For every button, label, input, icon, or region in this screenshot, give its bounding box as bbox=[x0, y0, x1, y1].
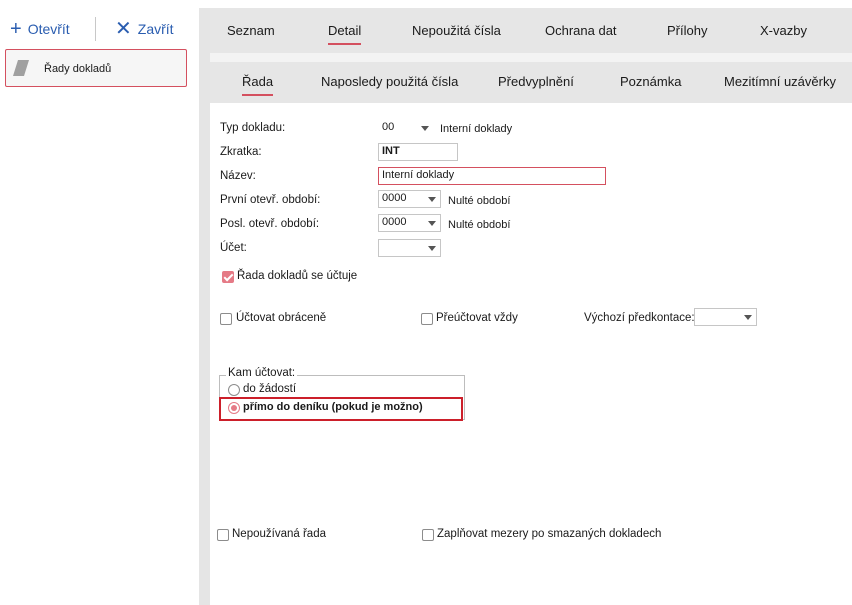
account-label: Účet: bbox=[220, 242, 247, 254]
chevron-down-icon bbox=[421, 126, 429, 131]
reverse-checkbox[interactable] bbox=[220, 313, 232, 325]
fill-gaps-checkbox[interactable] bbox=[422, 529, 434, 541]
chevron-down-icon bbox=[428, 246, 436, 251]
first-period-select[interactable]: 0000 bbox=[378, 190, 441, 208]
tab-gap bbox=[210, 53, 852, 62]
reverse-label: Účtovat obráceně bbox=[236, 312, 327, 324]
close-label: Zavřít bbox=[137, 21, 174, 37]
first-period-desc: Nulté období bbox=[448, 195, 511, 207]
default-prekont-label: Výchozí předkontace: bbox=[584, 312, 695, 324]
tab-detail[interactable]: Detail bbox=[328, 23, 362, 45]
last-period-label: Posl. otevř. období: bbox=[220, 218, 320, 230]
radio-to-requests-label: do žádostí bbox=[243, 383, 297, 395]
abbr-label: Zkratka: bbox=[220, 146, 262, 158]
tab-x-links[interactable]: X-vazby bbox=[760, 23, 807, 38]
abbr-field[interactable]: INT bbox=[378, 143, 458, 161]
where-group-title: Kam účtovat: bbox=[226, 367, 298, 379]
chevron-down-icon bbox=[428, 221, 436, 226]
name-label: Název: bbox=[220, 170, 256, 182]
first-period-value: 0000 bbox=[382, 192, 407, 204]
subtab-series[interactable]: Řada bbox=[242, 74, 274, 96]
series-accounted-label: Řada dokladů se účtuje bbox=[237, 270, 358, 282]
subtab-interim-closing[interactable]: Mezitímní uzávěrky bbox=[724, 74, 836, 89]
tree-item-document-series[interactable]: Řady dokladů bbox=[5, 49, 187, 87]
series-accounted-checkbox[interactable] bbox=[222, 271, 234, 283]
open-button[interactable]: + Otevřít bbox=[10, 18, 70, 40]
plus-icon: + bbox=[10, 18, 22, 40]
tab-unused-numbers[interactable]: Nepoužitá čísla bbox=[412, 23, 501, 38]
document-series-icon bbox=[13, 60, 29, 76]
name-field[interactable]: Interní doklady bbox=[378, 167, 606, 185]
account-select[interactable] bbox=[378, 239, 441, 257]
tab-attachments[interactable]: Přílohy bbox=[667, 23, 707, 38]
chevron-down-icon bbox=[428, 197, 436, 202]
default-prekont-select[interactable] bbox=[694, 308, 757, 326]
fill-gaps-label: Zaplňovat mezery po smazaných dokladech bbox=[437, 528, 662, 540]
first-period-label: První otevř. období: bbox=[220, 194, 321, 206]
doc-type-desc: Interní doklady bbox=[440, 123, 513, 135]
doc-type-value: 00 bbox=[382, 121, 395, 133]
highlight-frame bbox=[219, 397, 463, 421]
subtab-note[interactable]: Poznámka bbox=[620, 74, 681, 89]
tab-seznam[interactable]: Seznam bbox=[227, 23, 275, 38]
tree-item-label: Řady dokladů bbox=[44, 63, 112, 75]
close-icon: ✕ bbox=[115, 18, 132, 40]
open-label: Otevřít bbox=[27, 21, 70, 37]
doc-type-label: Typ dokladu: bbox=[220, 122, 286, 134]
tab-data-protection[interactable]: Ochrana dat bbox=[545, 23, 617, 38]
last-period-desc: Nulté období bbox=[448, 219, 511, 231]
toolbar-separator bbox=[95, 17, 96, 41]
unused-series-label: Nepoužívaná řada bbox=[232, 528, 326, 540]
reaccount-checkbox[interactable] bbox=[421, 313, 433, 325]
close-button[interactable]: ✕ Zavřít bbox=[115, 18, 174, 40]
last-period-value: 0000 bbox=[382, 216, 407, 228]
main-tabbar bbox=[210, 8, 852, 53]
reaccount-label: Přeúčtovat vždy bbox=[436, 312, 518, 324]
radio-to-requests[interactable] bbox=[228, 384, 240, 396]
chevron-down-icon bbox=[744, 315, 752, 320]
unused-series-checkbox[interactable] bbox=[217, 529, 229, 541]
subtab-last-used-numbers[interactable]: Naposledy použitá čísla bbox=[321, 74, 458, 89]
subtab-prefill[interactable]: Předvyplnění bbox=[498, 74, 574, 89]
panel-divider[interactable] bbox=[199, 8, 210, 605]
doc-type-select[interactable]: 00 bbox=[378, 119, 434, 137]
last-period-select[interactable]: 0000 bbox=[378, 214, 441, 232]
